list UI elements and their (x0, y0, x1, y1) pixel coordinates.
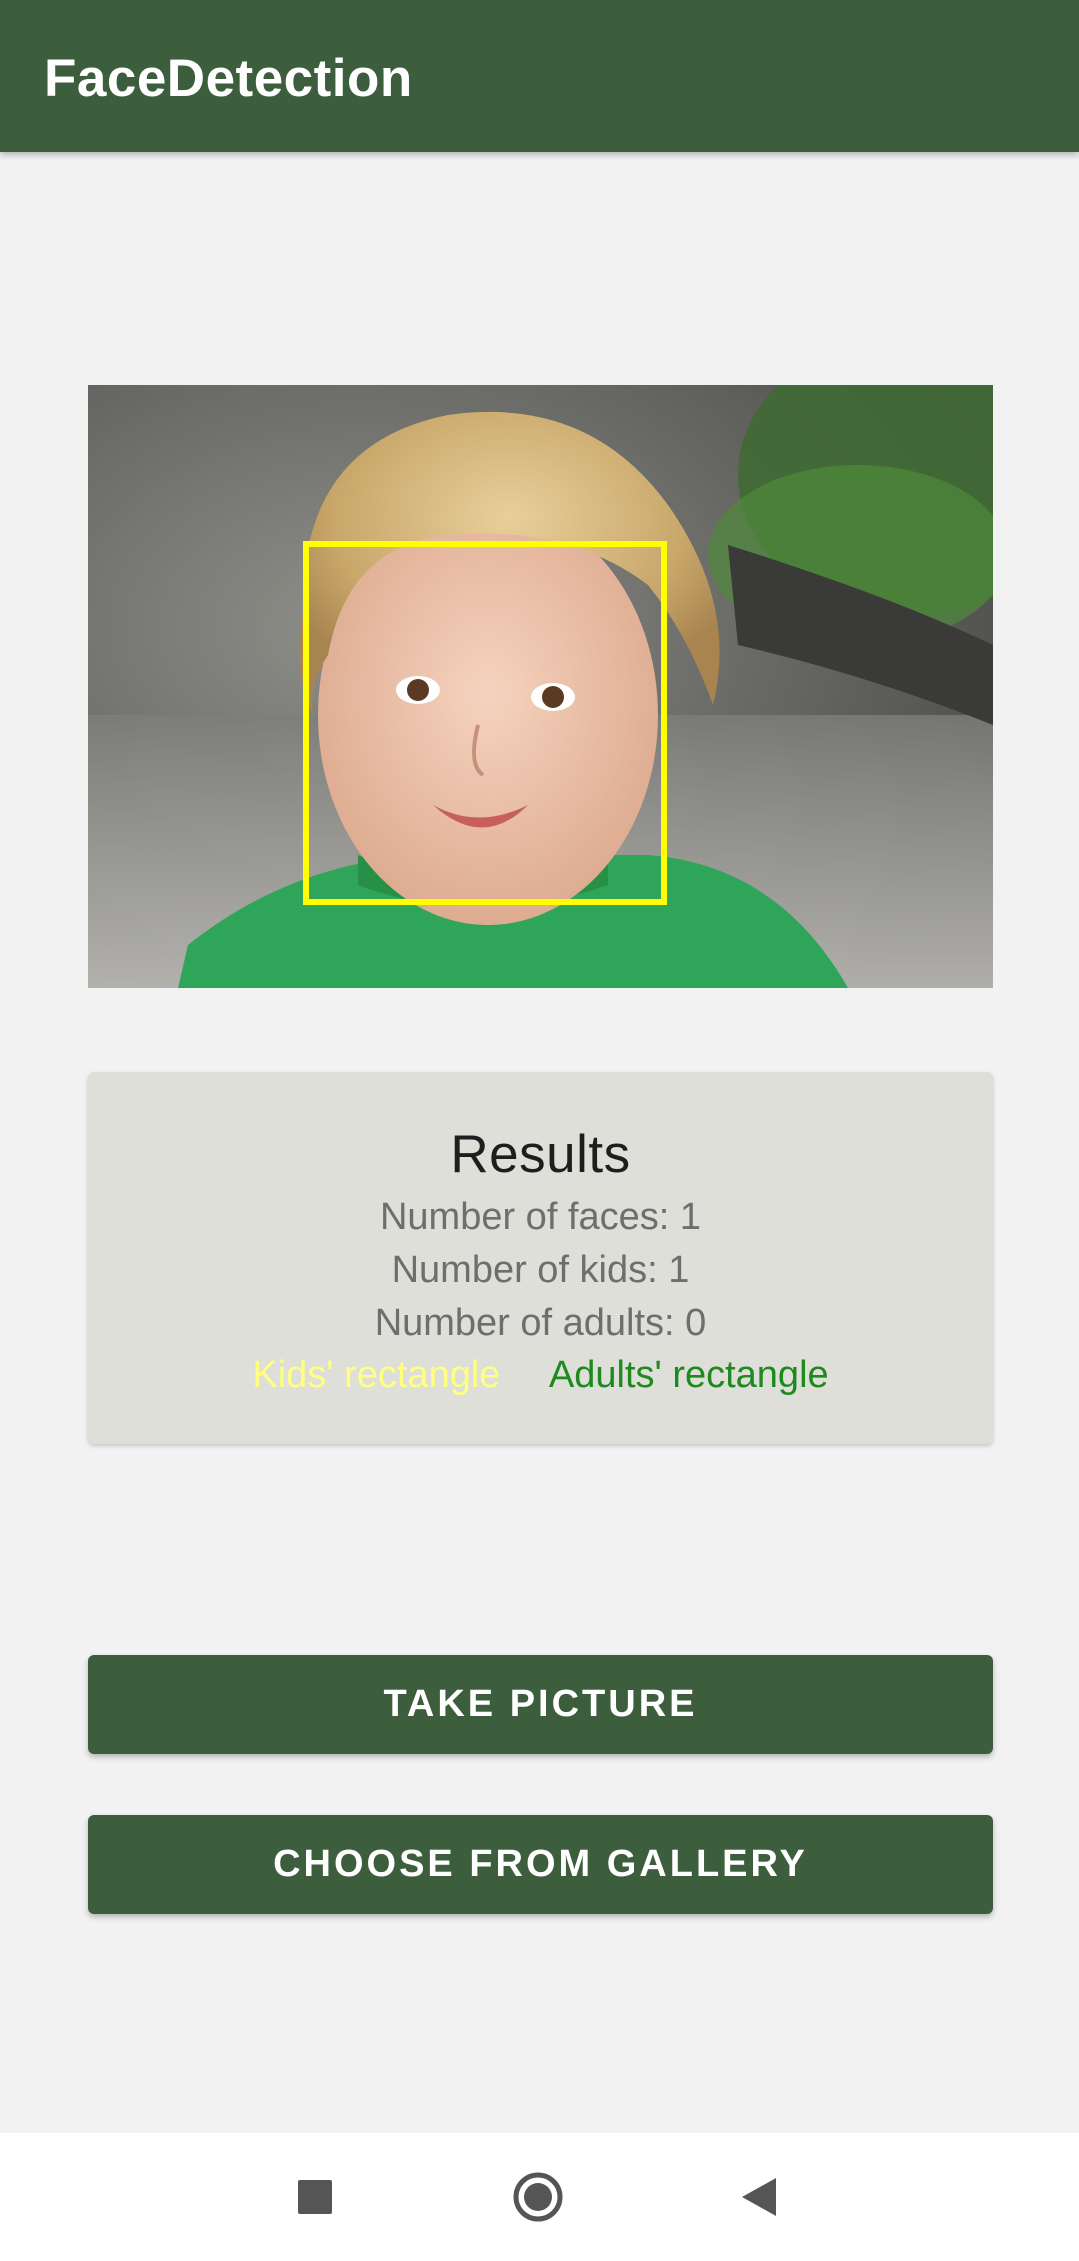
results-card: Results Number of faces: 1 Number of kid… (88, 1072, 993, 1444)
legend: Kids' rectangle Adults' rectangle (88, 1354, 993, 1397)
results-title: Results (450, 1125, 631, 1184)
triangle-back-icon[interactable] (720, 2157, 800, 2237)
circle-icon[interactable] (498, 2157, 578, 2237)
navigation-bar (0, 2133, 1079, 2261)
app-title: FaceDetection (44, 49, 413, 108)
detected-photo (88, 385, 993, 988)
kid-face-rectangle (303, 541, 667, 905)
kids-count: Number of kids: 1 (391, 1249, 690, 1291)
square-icon[interactable] (275, 2157, 355, 2237)
app-bar: FaceDetection (0, 0, 1079, 152)
kids-legend: Kids' rectangle (252, 1354, 501, 1396)
adults-count: Number of adults: 0 (374, 1302, 707, 1344)
faces-count: Number of faces: 1 (379, 1196, 702, 1238)
take-picture-button[interactable]: Take picture (88, 1655, 993, 1754)
adults-legend: Adults' rectangle (548, 1354, 829, 1396)
choose-from-gallery-button[interactable]: Choose from gallery (88, 1815, 993, 1914)
